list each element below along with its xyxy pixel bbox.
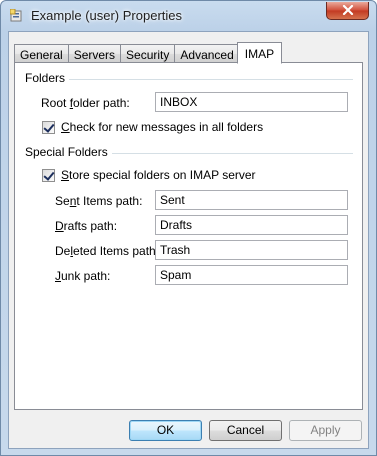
drafts-label: Drafts path: [55,219,118,233]
close-icon [342,4,354,18]
tab-security[interactable]: Security [120,44,176,63]
tab-servers[interactable]: Servers [67,44,122,63]
store-special-folders-checkbox[interactable] [42,169,55,182]
tab-label: Security [126,48,170,62]
junk-label: Junk path: [55,269,111,283]
folders-group-divider [25,79,353,80]
tab-label: General [20,48,63,62]
special-folders-group-label: Special Folders [25,145,112,159]
apply-button[interactable]: Apply [289,420,362,441]
folders-group-label: Folders [25,71,70,85]
check-all-folders-checkbox[interactable] [42,121,55,134]
dialog-client-area: General Servers Security Advanced IMAP F… [8,31,369,449]
junk-input[interactable]: Spam [155,265,348,285]
tab-advanced[interactable]: Advanced [174,44,240,63]
dialog-button-row: OK Cancel Apply [9,412,368,448]
check-all-folders-label[interactable]: Check for new messages in all folders [61,120,263,134]
root-folder-input[interactable]: INBOX [155,92,348,112]
tab-strip: General Servers Security Advanced IMAP [14,39,283,64]
ok-button[interactable]: OK [129,420,202,441]
imap-tab-panel: Folders Root folder path: INBOX Check fo… [14,62,363,410]
root-folder-label: Root folder path: [41,96,130,110]
title-bar[interactable]: Example (user) Properties [1,1,376,31]
drafts-input[interactable]: Drafts [155,215,348,235]
tab-general[interactable]: General [14,44,69,63]
sent-items-input[interactable]: Sent [155,190,348,210]
tab-label: Advanced [180,48,234,62]
close-button[interactable] [326,2,369,20]
properties-window: Example (user) Properties General Server… [0,0,377,456]
tab-imap[interactable]: IMAP [236,42,283,64]
tab-label: Servers [73,48,116,62]
cancel-button[interactable]: Cancel [209,420,282,441]
deleted-items-label: Deleted Items path: [55,244,160,258]
store-special-folders-label[interactable]: Store special folders on IMAP server [61,168,256,182]
app-icon [9,8,24,23]
deleted-items-input[interactable]: Trash [155,240,348,260]
window-title: Example (user) Properties [31,8,182,23]
sent-items-label: Sent Items path: [55,194,143,208]
tab-label: IMAP [244,47,275,61]
